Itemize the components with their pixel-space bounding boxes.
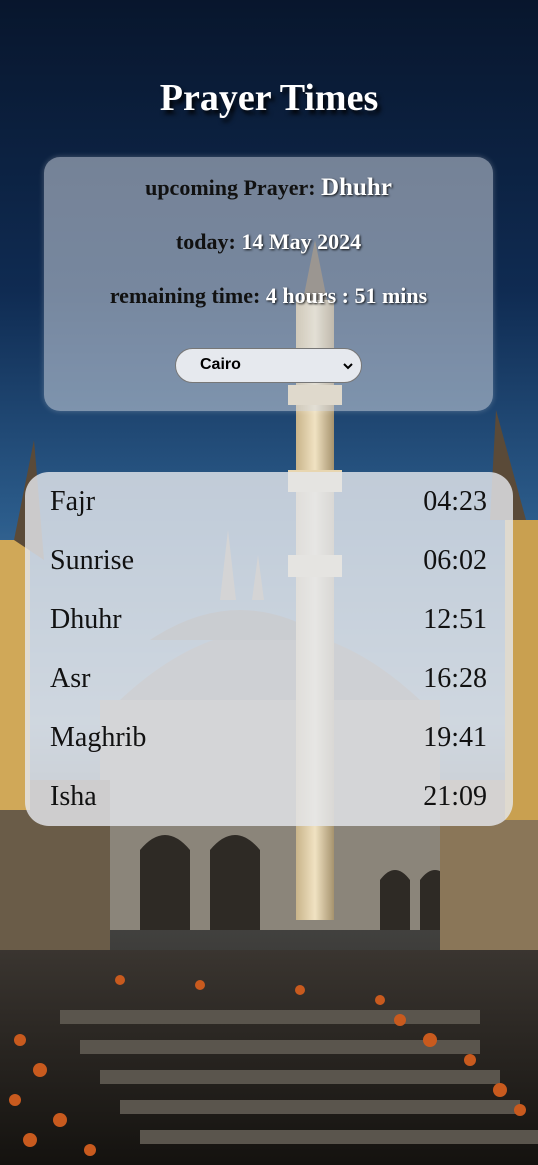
chevron-down-icon xyxy=(343,363,353,370)
upcoming-prayer-line: upcoming Prayer: Dhuhr xyxy=(44,174,493,202)
today-date-line: today: 14 May 2024 xyxy=(44,229,493,255)
today-date-value: 14 May 2024 xyxy=(241,229,362,254)
city-select-value: Cairo xyxy=(200,356,241,373)
remaining-time-line: remaining time: 4 hours : 51 mins xyxy=(44,283,493,309)
prayer-name: Asr xyxy=(50,663,91,694)
remaining-time-label: remaining time: xyxy=(109,283,266,308)
prayer-name: Isha xyxy=(50,781,97,812)
prayer-row-asr: Asr 16:28 xyxy=(50,659,487,699)
prayer-time: 16:28 xyxy=(423,663,487,694)
prayer-times-list: Fajr 04:23 Sunrise 06:02 Dhuhr 12:51 Asr… xyxy=(25,472,513,826)
prayer-time: 21:09 xyxy=(423,781,487,812)
upcoming-prayer-value: Dhuhr xyxy=(321,174,392,201)
prayer-time: 12:51 xyxy=(423,604,487,635)
prayer-name: Dhuhr xyxy=(50,604,122,635)
upcoming-prayer-label: upcoming Prayer: xyxy=(145,175,322,200)
prayer-time: 19:41 xyxy=(423,722,487,753)
prayer-name: Maghrib xyxy=(50,722,147,753)
prayer-row-sunrise: Sunrise 06:02 xyxy=(50,541,487,581)
info-card: upcoming Prayer: Dhuhr today: 14 May 202… xyxy=(44,157,493,411)
prayer-name: Sunrise xyxy=(50,545,134,576)
prayer-row-dhuhr: Dhuhr 12:51 xyxy=(50,600,487,640)
city-select[interactable]: Cairo xyxy=(175,348,362,383)
prayer-time: 04:23 xyxy=(423,486,487,517)
prayer-name: Fajr xyxy=(50,486,96,517)
page-title: Prayer Times xyxy=(159,77,379,119)
today-label: today: xyxy=(175,229,242,254)
remaining-time-value: 4 hours : 51 mins xyxy=(265,283,428,308)
prayer-time: 06:02 xyxy=(423,545,487,576)
prayer-row-fajr: Fajr 04:23 xyxy=(50,482,487,522)
prayer-row-maghrib: Maghrib 19:41 xyxy=(50,718,487,758)
prayer-row-isha: Isha 21:09 xyxy=(50,777,487,817)
